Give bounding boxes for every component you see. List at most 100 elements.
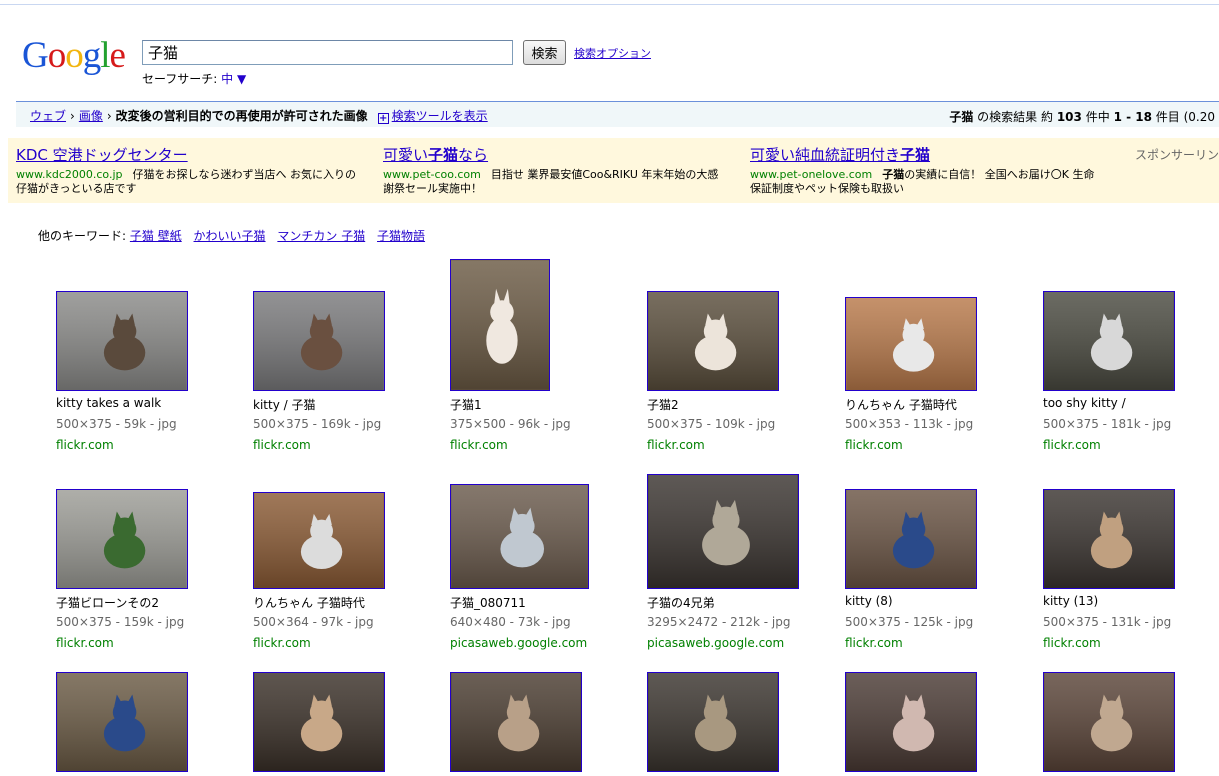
results-text: の検索結果 約 — [977, 110, 1053, 124]
logo-letter: o — [47, 35, 66, 76]
result-thumbnail[interactable] — [647, 291, 779, 391]
kitten-photo-icon — [648, 292, 778, 390]
result-caption: りんちゃん 子猫時代 — [253, 596, 365, 610]
ad-title-text: 可愛い — [383, 146, 429, 164]
results-range: 1 - 18 — [1113, 110, 1152, 124]
ad-url: www.pet-onelove.com — [750, 168, 873, 181]
ad-title-link[interactable]: 可愛い純血統証明付き子猫 — [750, 144, 1095, 165]
result-thumbnail[interactable] — [56, 291, 188, 391]
result-thumbnail[interactable] — [1043, 489, 1175, 589]
result-thumbnail[interactable] — [845, 297, 977, 391]
kitten-photo-icon — [57, 490, 187, 588]
result-meta: 500×375 - 159k - jpg — [56, 615, 185, 629]
result-thumbnail[interactable] — [845, 672, 977, 772]
ad-item: 可愛い子猫なら www.pet-coo.com 目指せ 業界最安値Coo&RIKU… — [383, 144, 728, 196]
ad-title-link[interactable]: 可愛い子猫なら — [383, 144, 728, 165]
result-site[interactable]: flickr.com — [56, 636, 114, 650]
result-site[interactable]: flickr.com — [56, 438, 114, 452]
kitten-photo-icon — [846, 490, 976, 588]
result-site[interactable]: picasaweb.google.com — [647, 636, 784, 650]
result-thumbnail[interactable] — [56, 672, 188, 772]
keyword-link[interactable]: 子猫 壁紙 — [130, 229, 182, 243]
result-thumbnail[interactable] — [1043, 291, 1175, 391]
sponsor-label: スポンサーリン — [1134, 148, 1219, 162]
safesearch-setting: セーフサーチ: 中 ▼ — [142, 70, 246, 87]
kitten-photo-icon — [648, 673, 778, 771]
result-thumbnail[interactable] — [253, 672, 385, 772]
breadcrumb-web-link[interactable]: ウェブ — [30, 109, 66, 123]
kitten-photo-icon — [1044, 673, 1174, 771]
ad-url: www.pet-coo.com — [383, 168, 481, 181]
result-caption: 子猫1 — [450, 398, 482, 412]
keyword-link[interactable]: マンチカン 子猫 — [277, 229, 365, 243]
safesearch-dropdown[interactable]: 中 ▼ — [221, 72, 246, 86]
safesearch-label: セーフサーチ: — [142, 72, 218, 86]
result-thumbnail[interactable] — [647, 474, 799, 589]
dropdown-arrow-icon: ▼ — [237, 72, 247, 86]
kitten-photo-icon — [254, 292, 384, 390]
result-thumbnail[interactable] — [450, 259, 550, 391]
ad-title-link[interactable]: KDC 空港ドッグセンター — [16, 144, 361, 165]
result-site[interactable]: flickr.com — [1043, 636, 1101, 650]
result-caption: 子猫の4兄弟 — [647, 596, 715, 610]
result-caption: 子猫2 — [647, 398, 679, 412]
result-thumbnail[interactable] — [253, 291, 385, 391]
result-meta: 500×375 - 169k - jpg — [253, 417, 382, 431]
result-caption: kitty takes a walk — [56, 396, 162, 410]
result-thumbnail[interactable] — [253, 492, 385, 589]
breadcrumb-images-link[interactable]: 画像 — [79, 109, 103, 123]
kitten-photo-icon — [451, 485, 588, 588]
ad-title-text: なら — [458, 146, 489, 164]
result-meta: 500×375 - 125k - jpg — [845, 615, 974, 629]
kitten-photo-icon — [57, 673, 187, 771]
search-options-link[interactable]: 検索オプション — [574, 45, 651, 61]
show-search-tools-link[interactable]: 検索ツールを表示 — [392, 109, 488, 123]
keyword-link[interactable]: 子猫物語 — [377, 229, 425, 243]
result-caption: too shy kitty / — [1043, 396, 1126, 410]
search-button[interactable]: 検索 — [523, 40, 566, 65]
result-meta: 375×500 - 96k - jpg — [450, 417, 571, 431]
kitten-photo-icon — [451, 260, 549, 390]
result-site[interactable]: picasaweb.google.com — [450, 636, 587, 650]
result-meta: 500×375 - 59k - jpg — [56, 417, 177, 431]
kitten-photo-icon — [846, 673, 976, 771]
logo-letter: g — [82, 35, 101, 76]
logo-letter: l — [100, 35, 110, 76]
search-input[interactable] — [142, 40, 513, 65]
result-caption: りんちゃん 子猫時代 — [845, 398, 957, 412]
keywords-label: 他のキーワード: — [38, 229, 127, 243]
result-meta: 3295×2472 - 212k - jpg — [647, 615, 791, 629]
logo-letter: o — [65, 35, 83, 76]
ad-description-bold: 子猫 — [882, 168, 905, 181]
result-thumbnail[interactable] — [450, 672, 582, 772]
ad-url: www.kdc2000.co.jp — [16, 168, 123, 181]
ad-item: KDC 空港ドッグセンター www.kdc2000.co.jp 仔猫をお探しなら迷… — [16, 144, 361, 196]
google-logo[interactable]: Google — [22, 34, 126, 77]
keyword-link[interactable]: かわいい子猫 — [194, 229, 266, 243]
result-caption: kitty / 子猫 — [253, 398, 316, 412]
sponsored-links: KDC 空港ドッグセンター www.kdc2000.co.jp 仔猫をお探しなら迷… — [8, 138, 1219, 203]
result-site[interactable]: flickr.com — [845, 636, 903, 650]
result-site[interactable]: flickr.com — [647, 438, 705, 452]
result-caption: 子猫ビローンその2 — [56, 596, 160, 610]
result-site[interactable]: flickr.com — [253, 636, 311, 650]
kitten-photo-icon — [648, 475, 798, 588]
result-site[interactable]: flickr.com — [1043, 438, 1101, 452]
filter-text: 改変後の営利目的での再使用が許可された画像 — [115, 109, 368, 123]
results-bar: ウェブ › 画像 › 改変後の営利目的での再使用が許可された画像 + 検索ツールを表示 子猫… — [16, 101, 1219, 127]
result-site[interactable]: flickr.com — [450, 438, 508, 452]
kitten-photo-icon — [451, 673, 581, 771]
plus-icon[interactable]: + — [377, 113, 389, 124]
result-thumbnail[interactable] — [450, 484, 589, 589]
result-thumbnail[interactable] — [1043, 672, 1175, 772]
result-thumbnail[interactable] — [845, 489, 977, 589]
result-meta: 500×375 - 181k - jpg — [1043, 417, 1172, 431]
result-thumbnail[interactable] — [56, 489, 188, 589]
ad-title-bold: 子猫 — [900, 146, 931, 164]
result-thumbnail[interactable] — [647, 672, 779, 772]
kitten-photo-icon — [1044, 490, 1174, 588]
result-site[interactable]: flickr.com — [253, 438, 311, 452]
safesearch-value: 中 — [221, 72, 234, 86]
related-keywords: 他のキーワード: 子猫 壁紙 かわいい子猫 マンチカン 子猫 子猫物語 — [38, 227, 433, 244]
result-site[interactable]: flickr.com — [845, 438, 903, 452]
